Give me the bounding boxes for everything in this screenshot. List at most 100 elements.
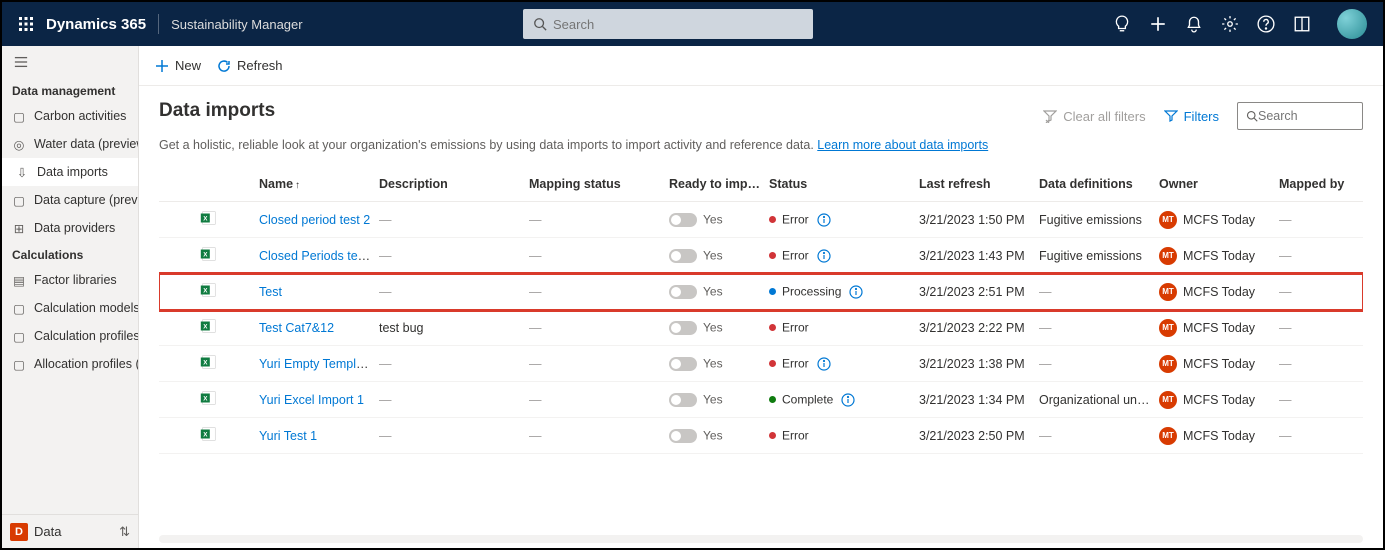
ready-toggle[interactable] <box>669 213 697 227</box>
owner-avatar: MT <box>1159 319 1177 337</box>
toggle-label: Yes <box>703 357 723 371</box>
info-icon[interactable] <box>817 213 831 227</box>
local-search[interactable] <box>1237 102 1363 130</box>
refresh-button[interactable]: Refresh <box>217 58 283 73</box>
status-text: Error <box>782 213 809 227</box>
col-description[interactable]: Description <box>379 177 529 191</box>
row-name-link[interactable]: Test Cat7&12 <box>259 321 334 335</box>
lightbulb-icon[interactable] <box>1113 15 1131 33</box>
ready-toggle[interactable] <box>669 285 697 299</box>
last-refresh: 3/21/2023 2:50 PM <box>919 429 1039 443</box>
ready-toggle[interactable] <box>669 357 697 371</box>
help-icon[interactable] <box>1257 15 1275 33</box>
owner-name: MCFS Today <box>1183 285 1255 299</box>
sidebar-item-calc-models[interactable]: ▢Calculation models <box>2 294 138 322</box>
sidebar-item-data-capture[interactable]: ▢Data capture (preview) <box>2 186 138 214</box>
col-status[interactable]: Status <box>769 177 919 191</box>
ready-toggle[interactable] <box>669 429 697 443</box>
owner-avatar: MT <box>1159 283 1177 301</box>
table-row[interactable]: XYuri Empty Template …——YesError3/21/202… <box>159 346 1363 382</box>
row-name-link[interactable]: Yuri Excel Import 1 <box>259 393 364 407</box>
info-icon[interactable] <box>817 249 831 263</box>
global-search[interactable] <box>523 9 813 39</box>
owner-avatar: MT <box>1159 355 1177 373</box>
owner-name: MCFS Today <box>1183 393 1255 407</box>
alloc-icon: ▢ <box>12 357 26 371</box>
col-mapping[interactable]: Mapping status <box>529 177 669 191</box>
toggle-label: Yes <box>703 213 723 227</box>
col-name[interactable]: Name↑ <box>259 177 379 191</box>
table-row[interactable]: XClosed period test 2——YesError3/21/2023… <box>159 202 1363 238</box>
dash: — <box>379 249 392 263</box>
ready-toggle[interactable] <box>669 393 697 407</box>
global-search-input[interactable] <box>553 17 803 32</box>
plus-icon[interactable] <box>1149 15 1167 33</box>
ready-toggle[interactable] <box>669 321 697 335</box>
new-button[interactable]: New <box>155 58 201 73</box>
divider <box>158 14 159 34</box>
status-dot <box>769 432 776 439</box>
owner-avatar: MT <box>1159 391 1177 409</box>
table-row[interactable]: XClosed Periods test 1——YesError3/21/202… <box>159 238 1363 274</box>
info-icon[interactable] <box>817 357 831 371</box>
status-dot <box>769 360 776 367</box>
search-icon <box>1246 110 1258 122</box>
horizontal-scrollbar[interactable] <box>139 530 1383 548</box>
carbon-icon: ▢ <box>12 109 26 123</box>
last-refresh: 3/21/2023 1:34 PM <box>919 393 1039 407</box>
dash: — <box>529 249 542 263</box>
grid-header: Name↑ Description Mapping status Ready t… <box>159 166 1363 202</box>
app-launcher-icon[interactable] <box>10 8 42 40</box>
row-name-link[interactable]: Closed Periods test 1 <box>259 249 378 263</box>
info-icon[interactable] <box>841 393 855 407</box>
book-icon[interactable] <box>1293 15 1311 33</box>
col-owner[interactable]: Owner <box>1159 177 1279 191</box>
table-row[interactable]: XTest Cat7&12test bug—YesError3/21/2023 … <box>159 310 1363 346</box>
dash: — <box>1279 393 1292 407</box>
app-name: Sustainability Manager <box>171 17 303 32</box>
topbar: Dynamics 365 Sustainability Manager <box>2 2 1383 46</box>
table-row[interactable]: XYuri Excel Import 1——YesComplete3/21/20… <box>159 382 1363 418</box>
bell-icon[interactable] <box>1185 15 1203 33</box>
status-dot <box>769 252 776 259</box>
cmd-label: Refresh <box>237 58 283 73</box>
col-mapped-by[interactable]: Mapped by <box>1279 177 1363 191</box>
hamburger-icon[interactable] <box>2 46 138 78</box>
sidebar-item-data-providers[interactable]: ⊞Data providers <box>2 214 138 242</box>
table-row[interactable]: XTest——YesProcessing3/21/2023 2:51 PM—MT… <box>159 274 1363 310</box>
sidebar-item-label: Data capture (preview) <box>34 193 138 207</box>
filter-icon <box>1164 109 1178 123</box>
dash: — <box>529 429 542 443</box>
data-definitions: Fugitive emissions <box>1039 249 1159 263</box>
local-search-input[interactable] <box>1258 109 1354 123</box>
row-name-link[interactable]: Test <box>259 285 282 299</box>
table-row[interactable]: XYuri Test 1——YesError3/21/2023 2:50 PM—… <box>159 418 1363 454</box>
info-icon[interactable] <box>849 285 863 299</box>
excel-icon: X <box>199 317 217 335</box>
user-avatar[interactable] <box>1337 9 1367 39</box>
col-data-defs[interactable]: Data definitions <box>1039 177 1159 191</box>
page-title: Data imports <box>159 100 275 122</box>
sidebar-item-data-imports[interactable]: ⇩Data imports <box>2 158 138 186</box>
sidebar-item-factor-libraries[interactable]: ▤Factor libraries <box>2 266 138 294</box>
row-name-link[interactable]: Yuri Empty Template … <box>259 357 379 371</box>
col-ready[interactable]: Ready to import <box>669 177 769 191</box>
sidebar-item-label: Calculation profiles <box>34 329 138 343</box>
sidebar-item-calc-profiles[interactable]: ▢ Calculation profiles <box>2 322 138 350</box>
gear-icon[interactable] <box>1221 15 1239 33</box>
brand-label: Dynamics 365 <box>46 16 146 33</box>
sidebar-area-switcher[interactable]: D Data ⇅ <box>2 514 138 548</box>
grid-body: X Closed period test 2 — — Yes Error 3/21/2023… <box>159 202 1363 454</box>
filters-button[interactable]: Filters <box>1164 109 1219 124</box>
row-name-link[interactable]: Closed period test 2 <box>259 213 370 227</box>
profiles-icon: ▢ <box>12 329 26 343</box>
sidebar-item-alloc-profiles[interactable]: ▢Allocation profiles (p… <box>2 350 138 378</box>
clear-filters-button[interactable]: Clear all filters <box>1043 109 1145 124</box>
sidebar-item-water-data[interactable]: ◎Water data (preview) <box>2 130 138 158</box>
ready-toggle[interactable] <box>669 249 697 263</box>
col-last-refresh[interactable]: Last refresh <box>919 177 1039 191</box>
dash: — <box>1279 249 1292 263</box>
row-name-link[interactable]: Yuri Test 1 <box>259 429 317 443</box>
sidebar-item-carbon-activities[interactable]: ▢Carbon activities <box>2 102 138 130</box>
learn-more-link[interactable]: Learn more about data imports <box>817 138 988 152</box>
